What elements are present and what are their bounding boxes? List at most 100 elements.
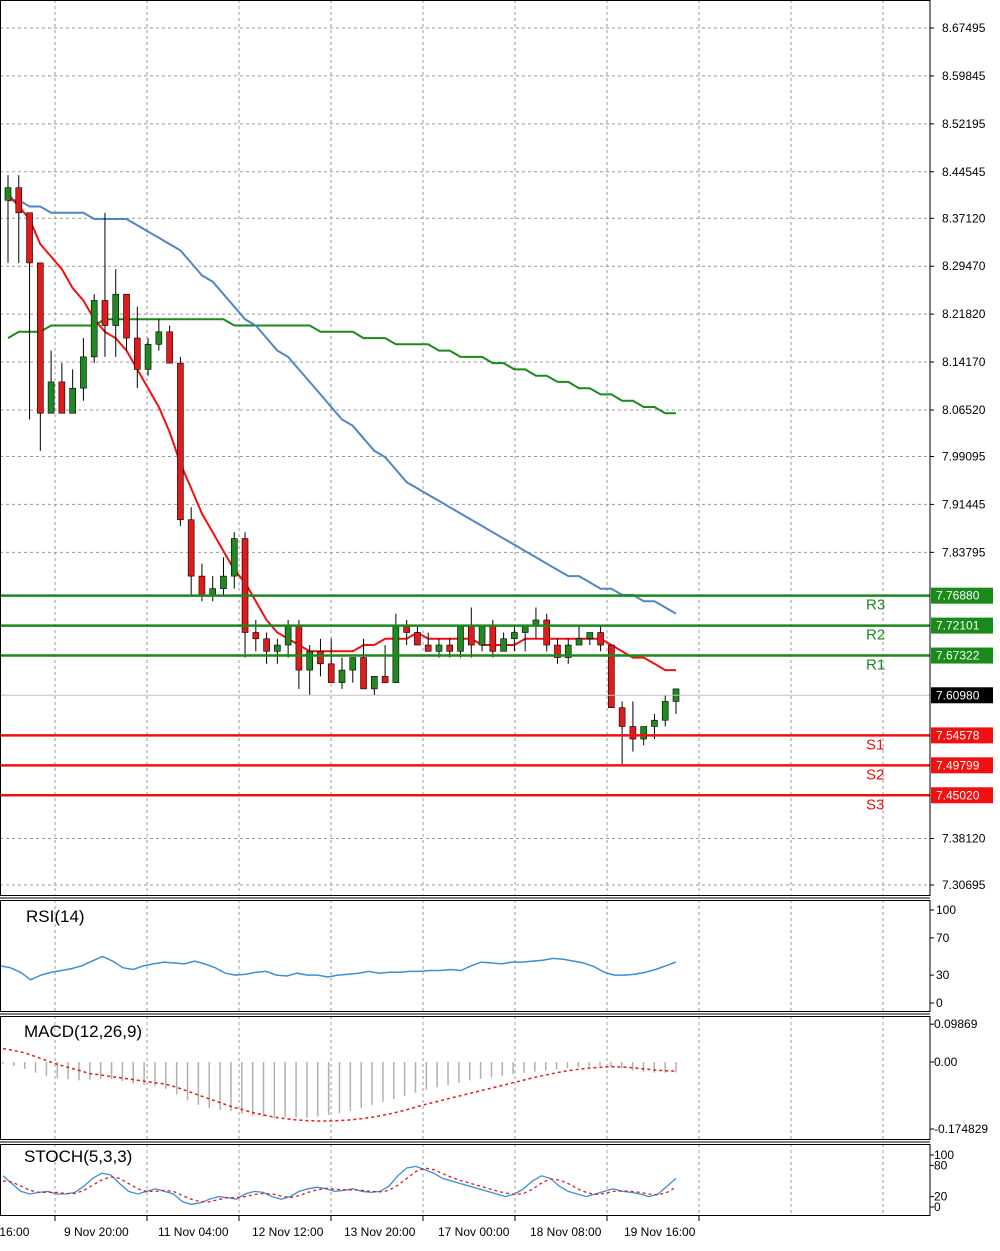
candle (543, 613, 551, 652)
candle (629, 701, 637, 752)
candle (672, 688, 680, 714)
candle (564, 638, 572, 664)
candle-body (263, 638, 270, 652)
candle (80, 338, 87, 401)
candle-body (26, 212, 33, 264)
price-axis-label: 7.38120 (942, 831, 986, 845)
candle-body (15, 187, 23, 214)
candle-body (37, 262, 44, 414)
level-price-label: 7.49799 (936, 758, 980, 772)
candle (90, 294, 98, 364)
price-axis-label: 8.59845 (942, 69, 986, 83)
candle (424, 632, 432, 652)
candle-body (360, 657, 367, 690)
candle-body (187, 519, 195, 577)
candle-body (4, 187, 12, 201)
price-axis-label: 8.37120 (942, 211, 986, 225)
candle (155, 319, 163, 351)
stoch-axis-label: 80 (934, 1158, 948, 1172)
chart-panels: 8.67495 8.59845 8.52195 8.44545 8.37120 8.294… (0, 0, 993, 1239)
candle-body (467, 625, 475, 646)
time-axis-label: v 16:00 (0, 1225, 30, 1239)
candle (209, 576, 217, 602)
candle-body (209, 588, 217, 596)
level-name-r2: R2 (866, 627, 885, 644)
candle-body (69, 387, 76, 414)
ma-fast-line (7, 193, 676, 672)
time-axis-label: 11 Nov 04:00 (158, 1225, 229, 1239)
candle (511, 626, 518, 652)
candle-body (424, 644, 432, 652)
candle-body (112, 293, 120, 326)
candle (554, 638, 561, 664)
candle-body (230, 538, 238, 577)
candle (123, 293, 130, 351)
candle-body (511, 632, 518, 640)
candle (403, 619, 410, 646)
candle-body (295, 625, 303, 671)
candle-body (198, 575, 206, 596)
price-axis-label: 7.91445 (942, 497, 986, 511)
rsi-axis-label: 30 (936, 968, 950, 982)
candle (263, 632, 270, 664)
level-name-s3: S3 (866, 796, 884, 813)
candle (317, 638, 324, 677)
candle (500, 632, 507, 652)
price-axis-label: 8.21820 (942, 307, 986, 321)
candle-body (478, 625, 486, 646)
macd-title: MACD(12,26,9) (24, 1022, 142, 1041)
time-axis-label: 17 Nov 00:00 (438, 1225, 510, 1239)
price-axis-label: 7.99095 (942, 450, 986, 464)
time-axis-label: 13 Nov 20:00 (344, 1225, 416, 1239)
candle-body (435, 644, 443, 652)
price-axis-label: 8.44545 (942, 165, 986, 179)
candle (618, 701, 626, 765)
candle (101, 212, 109, 357)
time-axis-label: 19 Nov 16:00 (624, 1225, 696, 1239)
level-price-label: 7.54578 (936, 728, 980, 742)
candle-body (90, 300, 98, 358)
candle (349, 657, 357, 683)
stoch-title: STOCH(5,3,3) (24, 1147, 132, 1166)
candle (274, 638, 281, 664)
candle-body (252, 632, 260, 640)
candle-body (133, 337, 141, 370)
candle-body (274, 644, 281, 652)
candle-body (123, 293, 130, 339)
candle (457, 625, 464, 658)
candle (371, 676, 378, 696)
candle-body (241, 538, 249, 633)
macd-axis-label: 0.00 (934, 1055, 958, 1069)
candle (306, 645, 313, 696)
candle-body (306, 650, 313, 671)
price-axis-label: 7.83795 (942, 545, 986, 559)
candle (47, 350, 55, 414)
candle-body (284, 625, 292, 646)
candle-body (489, 625, 497, 652)
candle (338, 657, 346, 689)
candle-body (47, 381, 55, 414)
ma-mid-line (8, 199, 677, 615)
candle (327, 638, 335, 683)
candle (414, 626, 421, 646)
candle-body (500, 638, 507, 652)
macd-axis-label: -0.174829 (934, 1122, 988, 1136)
candle-body (586, 632, 594, 640)
candle-body (317, 650, 324, 665)
candle-body (618, 707, 626, 727)
time-axis-label: 18 Nov 08:00 (530, 1225, 602, 1239)
candle-body (651, 719, 658, 727)
candle (575, 626, 583, 646)
candle (144, 338, 152, 376)
candle-body (371, 676, 378, 690)
price-axis-label: 8.06520 (942, 403, 986, 417)
candle-body (220, 575, 227, 589)
candle-body (177, 362, 184, 521)
candle (532, 607, 540, 639)
candle-body (629, 726, 637, 740)
candle-body (597, 632, 604, 646)
rsi-line (0, 955, 677, 981)
candle-body (155, 331, 163, 345)
candle-body (661, 701, 669, 721)
price-axis-label: 8.29470 (942, 259, 986, 273)
